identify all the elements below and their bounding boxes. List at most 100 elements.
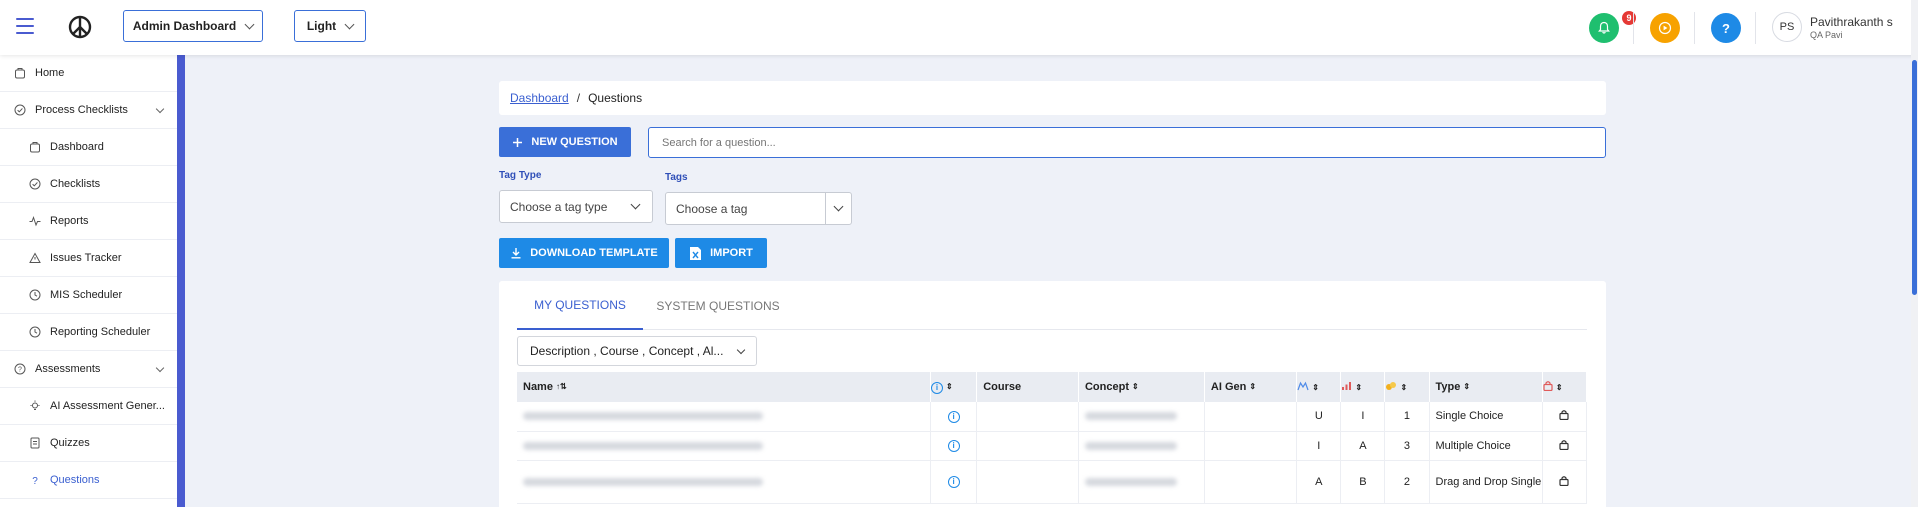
chevron-down-icon[interactable] [833,201,844,212]
tab-system-questions[interactable]: SYSTEM QUESTIONS [651,281,785,330]
tags-label: Tags [665,172,688,183]
info-icon[interactable]: i [947,440,960,452]
level-cell: I [1296,431,1342,461]
course-column-header[interactable]: Course [976,372,1079,402]
lock-icon[interactable] [1559,439,1570,450]
download-template-button[interactable]: DOWNLOAD TEMPLATE [499,238,669,268]
info-cell[interactable]: i [930,431,978,461]
lock-cell[interactable] [1542,431,1588,461]
tag-type-select[interactable]: Choose a tag type [499,190,653,223]
avatar[interactable]: PS [1772,12,1802,42]
sort-icon[interactable]: ⇕ [1400,383,1407,392]
dashboard-select[interactable]: Admin Dashboard [123,10,263,42]
user-name[interactable]: Pavithrakanth s [1810,15,1893,29]
question-icon: ? [28,473,42,487]
help-button[interactable]: ? [1711,13,1741,43]
sort-icon[interactable]: ⇕ [946,382,953,391]
breadcrumb-dashboard-link[interactable]: Dashboard [510,91,569,105]
table-row[interactable]: i A B 2 Drag and Drop Single [517,460,1588,504]
column-filter-select[interactable]: Description , Course , Concept , Al... [517,336,757,366]
play-circle-icon [1658,21,1672,35]
sidebar-item-issues-tracker[interactable]: Issues Tracker [0,240,177,277]
question-name-redacted [517,460,932,504]
theme-select[interactable]: Light [294,10,366,42]
sidebar-item-checklists[interactable]: Checklists [0,166,177,203]
sidebar-item-ai-assessment-generator[interactable]: AI Assessment Gener... [0,388,177,425]
sort-asc-icon[interactable]: ↑⇅ [556,383,567,391]
info-cell[interactable]: i [930,402,978,432]
lock-cell[interactable] [1542,402,1588,432]
tag-type-label: Tag Type [499,170,542,181]
chevron-down-icon[interactable] [155,104,165,114]
breadcrumb-current: Questions [588,91,643,105]
info-icon[interactable]: i [947,410,960,423]
plus-icon [513,137,523,147]
chevron-down-icon[interactable] [155,363,165,373]
help-icon: ? [1722,20,1730,36]
sidebar-item-quizzes[interactable]: Quizzes [0,425,177,462]
menu-icon[interactable] [16,18,34,34]
lock-cell[interactable] [1542,460,1588,504]
difficulty-column-header[interactable]: ⇕ [1340,372,1386,402]
score-cell: 3 [1384,431,1430,461]
sidebar-item-questions[interactable]: ? Questions [0,462,177,499]
breadcrumb-separator: / [576,91,581,105]
lock-icon[interactable] [1559,475,1570,486]
type-cell: Single Choice [1429,402,1543,432]
page-scrollbar[interactable] [1911,0,1918,507]
sort-icon[interactable]: ⇕ [1355,383,1362,392]
tab-my-questions[interactable]: MY QUESTIONS [517,281,643,330]
chevron-down-icon [344,19,355,29]
new-question-button[interactable]: NEW QUESTION [499,127,631,157]
course-cell [976,402,1079,432]
concept-column-header[interactable]: Concept ⇕ [1078,372,1205,402]
level-column-header[interactable]: ⇕ [1296,372,1342,402]
course-cell [976,460,1079,504]
sidebar-item-reporting-scheduler[interactable]: Reporting Scheduler [0,314,177,351]
sidebar-item-dashboard[interactable]: Dashboard [0,129,177,166]
sidebar-item-home[interactable]: Home [0,55,177,92]
table-row[interactable]: i U I 1 Single Choice [517,402,1588,432]
sidebar-item-mis-scheduler[interactable]: MIS Scheduler [0,277,177,314]
concept-redacted [1078,402,1205,432]
type-column-header[interactable]: Type ⇕ [1429,372,1543,402]
sidebar-item-process-checklists[interactable]: Process Checklists [0,92,177,129]
info-column-header[interactable]: i ⇕ [930,372,978,402]
lock-icon[interactable] [1559,409,1570,421]
clock-icon [28,325,42,339]
question-name-redacted [517,402,932,432]
level-cell: U [1296,402,1342,432]
sort-icon[interactable]: ⇕ [1463,383,1470,391]
lock-column-header[interactable]: ⇕ [1542,372,1588,402]
table-row[interactable]: i I A 3 Multiple Choice [517,431,1588,461]
check-circle-icon [28,177,42,191]
difficulty-cell: B [1340,460,1386,504]
notification-button[interactable] [1589,13,1619,43]
tags-select[interactable]: Choose a tag [665,192,852,225]
clock-icon [28,288,42,302]
import-button[interactable]: IMPORT [675,238,767,268]
table-header-row: Name ↑⇅ i ⇕ Course Concept ⇕ AI Gen ⇕ ⇕ ⇕ ⇕ … [517,372,1588,402]
concept-redacted [1078,431,1205,461]
ai-gen-column-header[interactable]: AI Gen ⇕ [1204,372,1298,402]
divider [1694,12,1695,44]
sort-icon[interactable]: ⇕ [1132,383,1139,391]
sidebar-item-assessments[interactable]: ? Assessments [0,351,177,388]
peace-logo-icon[interactable] [68,15,92,39]
sort-icon[interactable]: ⇕ [1556,384,1563,392]
scrollbar-thumb[interactable] [1912,60,1917,295]
score-column-header[interactable]: ⇕ [1384,372,1430,402]
excel-file-icon [690,246,702,260]
info-cell[interactable]: i [930,460,978,504]
breadcrumb: Dashboard / Questions [499,81,1606,115]
info-icon[interactable]: i [947,476,960,488]
difficulty-cell: A [1340,431,1386,461]
name-column-header[interactable]: Name ↑⇅ [517,372,932,402]
level-cell: A [1296,460,1342,504]
sort-icon[interactable]: ⇕ [1249,383,1256,391]
search-input[interactable] [648,127,1606,158]
type-cell: Multiple Choice [1429,431,1543,461]
video-button[interactable] [1650,13,1680,43]
sort-icon[interactable]: ⇕ [1312,383,1319,392]
sidebar-item-reports[interactable]: Reports [0,203,177,240]
